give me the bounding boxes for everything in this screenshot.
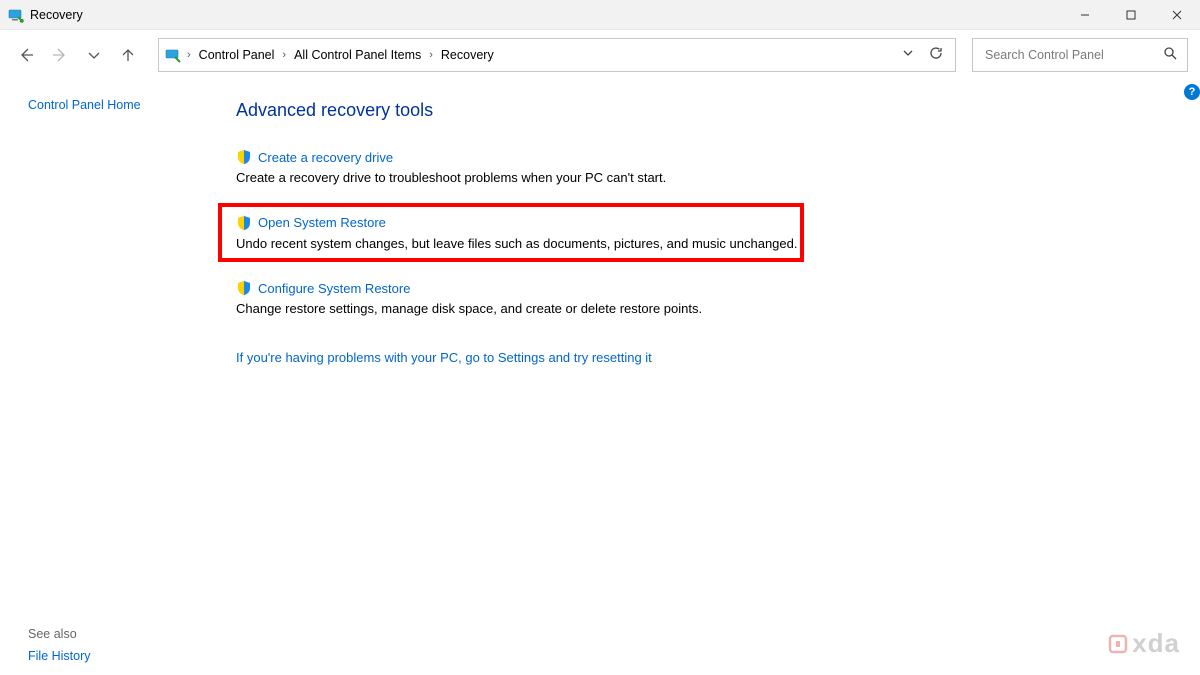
chevron-right-icon[interactable]: › bbox=[429, 49, 433, 61]
shield-icon bbox=[236, 280, 252, 296]
tool-description: Create a recovery drive to troubleshoot … bbox=[236, 169, 956, 187]
tool-description: Change restore settings, manage disk spa… bbox=[236, 300, 956, 318]
watermark-text: xda bbox=[1132, 628, 1180, 659]
watermark: xda bbox=[1106, 628, 1180, 659]
titlebar: Recovery bbox=[0, 0, 1200, 30]
see-also-section: See also File History bbox=[28, 627, 91, 663]
breadcrumb-item[interactable]: Recovery bbox=[439, 48, 496, 62]
page-heading: Advanced recovery tools bbox=[236, 100, 1160, 121]
content-area: Advanced recovery tools Create a recover… bbox=[220, 80, 1200, 675]
forward-button[interactable] bbox=[46, 41, 74, 69]
chevron-right-icon[interactable]: › bbox=[187, 49, 191, 61]
address-bar[interactable]: › Control Panel › All Control Panel Item… bbox=[158, 38, 956, 72]
file-history-link[interactable]: File History bbox=[28, 649, 91, 663]
sidebar: Control Panel Home See also File History bbox=[0, 80, 220, 675]
create-recovery-drive-link[interactable]: Create a recovery drive bbox=[258, 150, 393, 165]
search-icon[interactable] bbox=[1163, 46, 1177, 63]
refresh-button[interactable] bbox=[929, 46, 943, 63]
tool-description: Undo recent system changes, but leave fi… bbox=[236, 235, 956, 253]
shield-icon bbox=[236, 149, 252, 165]
tool-create-recovery-drive: Create a recovery drive Create a recover… bbox=[236, 149, 1160, 187]
breadcrumb-item[interactable]: Control Panel bbox=[197, 48, 277, 62]
body: ? Control Panel Home See also File Histo… bbox=[0, 80, 1200, 675]
search-box[interactable] bbox=[972, 38, 1188, 72]
nav-toolbar: › Control Panel › All Control Panel Item… bbox=[0, 30, 1200, 80]
shield-icon bbox=[236, 215, 252, 231]
window-title: Recovery bbox=[30, 8, 83, 22]
recovery-icon bbox=[8, 7, 24, 23]
back-button[interactable] bbox=[12, 41, 40, 69]
up-button[interactable] bbox=[114, 41, 142, 69]
control-panel-home-link[interactable]: Control Panel Home bbox=[28, 98, 220, 112]
close-button[interactable] bbox=[1154, 0, 1200, 30]
search-input[interactable] bbox=[983, 47, 1177, 63]
watermark-icon bbox=[1106, 632, 1130, 656]
reset-pc-link[interactable]: If you're having problems with your PC, … bbox=[236, 350, 652, 365]
maximize-button[interactable] bbox=[1108, 0, 1154, 30]
breadcrumb-item[interactable]: All Control Panel Items bbox=[292, 48, 423, 62]
open-system-restore-link[interactable]: Open System Restore bbox=[258, 215, 386, 230]
address-icon bbox=[165, 47, 181, 63]
recent-locations-button[interactable] bbox=[80, 41, 108, 69]
chevron-down-icon[interactable] bbox=[901, 46, 915, 63]
see-also-heading: See also bbox=[28, 627, 91, 641]
configure-system-restore-link[interactable]: Configure System Restore bbox=[258, 281, 410, 296]
tool-open-system-restore: Open System Restore Undo recent system c… bbox=[236, 209, 1160, 259]
minimize-button[interactable] bbox=[1062, 0, 1108, 30]
tool-configure-system-restore: Configure System Restore Change restore … bbox=[236, 280, 1160, 318]
window-controls bbox=[1062, 0, 1200, 30]
chevron-right-icon[interactable]: › bbox=[282, 49, 286, 61]
